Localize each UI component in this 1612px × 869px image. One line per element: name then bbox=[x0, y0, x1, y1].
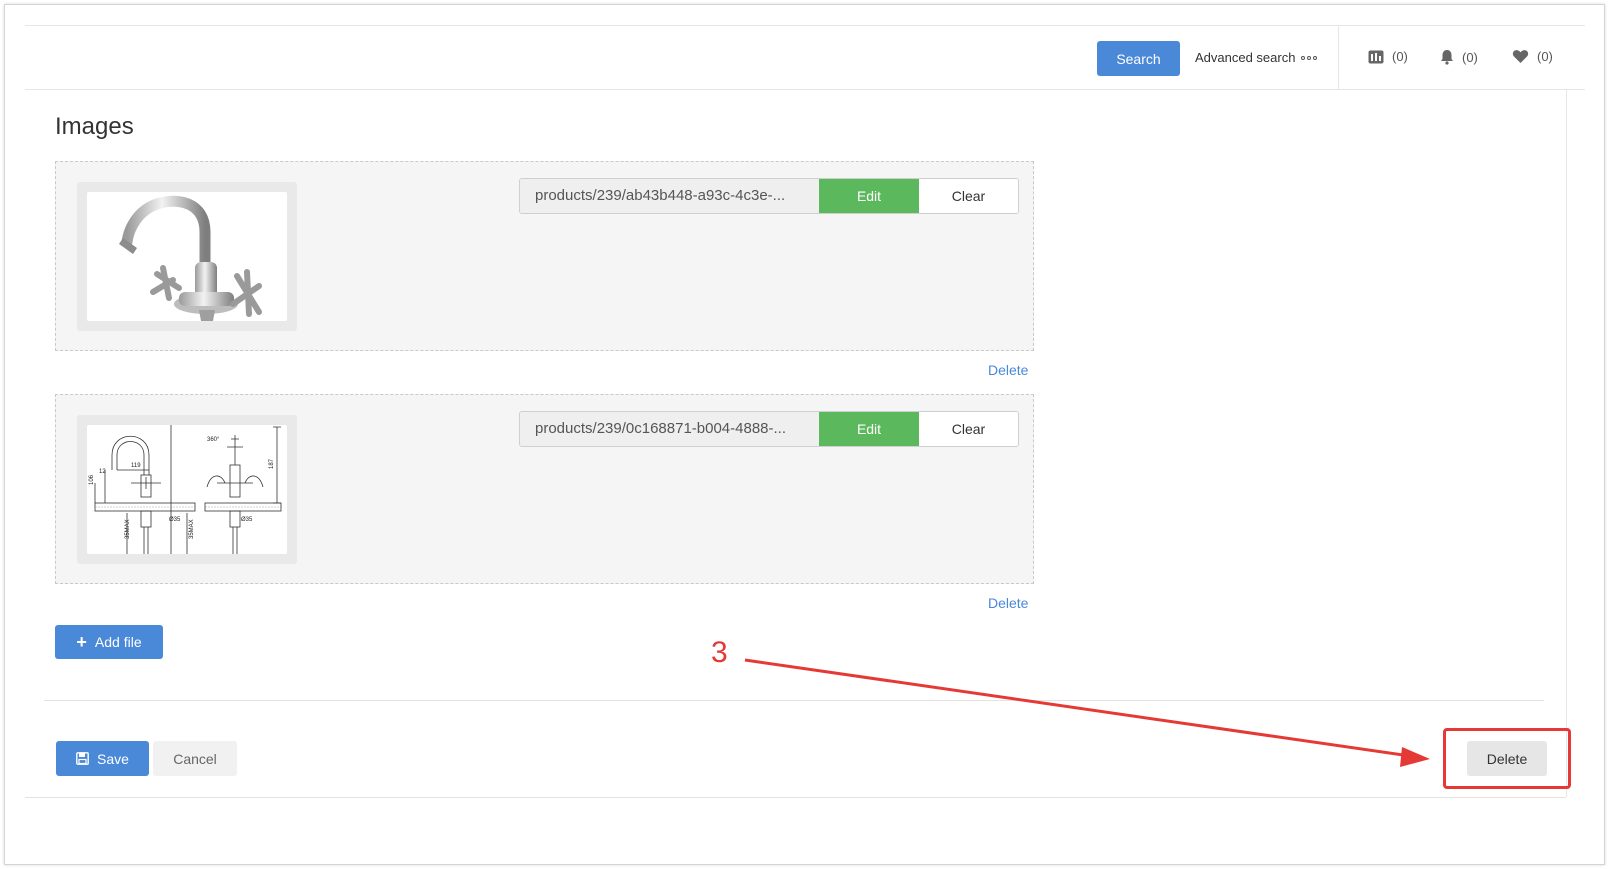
edit-button[interactable]: Edit bbox=[819, 412, 919, 446]
delete-image-link[interactable]: Delete bbox=[988, 362, 1028, 378]
notifications-link[interactable]: (0) bbox=[1440, 49, 1478, 65]
section-title: Images bbox=[55, 113, 134, 140]
dim-label: 35MAX bbox=[125, 519, 131, 539]
delete-image-link[interactable]: Delete bbox=[988, 595, 1028, 611]
compare-count: (0) bbox=[1392, 49, 1408, 64]
compare-link[interactable]: (0) bbox=[1368, 49, 1408, 64]
edit-button[interactable]: Edit bbox=[819, 179, 919, 213]
header-divider bbox=[1338, 26, 1339, 89]
dim-label: Ø35 bbox=[169, 517, 181, 523]
add-file-button[interactable]: + Add file bbox=[55, 625, 163, 659]
advanced-search-link[interactable]: Advanced search bbox=[1195, 50, 1318, 65]
dim-label: Ø35 bbox=[241, 517, 253, 523]
file-path-group: products/239/0c168871-b004-4888-... Edit… bbox=[519, 411, 1019, 447]
clear-button[interactable]: Clear bbox=[919, 412, 1018, 446]
header-bottom-border bbox=[25, 89, 1585, 90]
cancel-button[interactable]: Cancel bbox=[153, 741, 237, 776]
dim-label: 119 bbox=[131, 463, 141, 469]
file-path-field[interactable]: products/239/ab43b448-a93c-4c3e-... bbox=[520, 179, 819, 213]
file-path-group: products/239/ab43b448-a93c-4c3e-... Edit… bbox=[519, 178, 1019, 214]
dim-label: 12 bbox=[99, 469, 106, 475]
save-label: Save bbox=[97, 750, 129, 767]
header-top-border bbox=[25, 25, 1585, 26]
technical-drawing: 119 106 360° 187 Ø35 Ø35 35MAX 35MAX 12 bbox=[87, 425, 287, 554]
favorites-count: (0) bbox=[1537, 49, 1553, 64]
annotation-step-number: 3 bbox=[711, 636, 728, 669]
save-button[interactable]: Save bbox=[56, 741, 149, 776]
image-thumbnail[interactable] bbox=[77, 182, 297, 331]
clear-button[interactable]: Clear bbox=[919, 179, 1018, 213]
heart-icon bbox=[1512, 50, 1529, 63]
notifications-count: (0) bbox=[1462, 49, 1478, 65]
form-separator bbox=[44, 700, 1544, 701]
favorites-link[interactable]: (0) bbox=[1512, 49, 1553, 64]
dim-label: 35MAX bbox=[189, 519, 195, 539]
footer-border bbox=[25, 797, 1566, 798]
faucet-photo bbox=[87, 192, 287, 321]
more-dots-icon bbox=[1301, 55, 1318, 60]
image-panel: 119 106 360° 187 Ø35 Ø35 35MAX 35MAX 12 … bbox=[55, 394, 1034, 584]
content-right-border bbox=[1566, 90, 1567, 797]
dim-label: 106 bbox=[89, 474, 95, 485]
dim-label: 187 bbox=[269, 458, 275, 469]
annotation-highlight-box bbox=[1443, 728, 1571, 789]
search-button[interactable]: Search bbox=[1097, 41, 1180, 76]
image-panel: products/239/ab43b448-a93c-4c3e-... Edit… bbox=[55, 161, 1034, 351]
dim-label: 360° bbox=[207, 437, 220, 443]
bell-icon bbox=[1441, 50, 1453, 65]
add-file-label: Add file bbox=[94, 634, 142, 650]
advanced-search-label: Advanced search bbox=[1195, 50, 1296, 65]
floppy-disk-icon bbox=[76, 752, 89, 765]
compare-chart-icon bbox=[1368, 50, 1384, 63]
file-path-field[interactable]: products/239/0c168871-b004-4888-... bbox=[520, 412, 819, 446]
image-thumbnail[interactable]: 119 106 360° 187 Ø35 Ø35 35MAX 35MAX 12 bbox=[77, 415, 297, 564]
plus-icon: + bbox=[76, 632, 87, 652]
